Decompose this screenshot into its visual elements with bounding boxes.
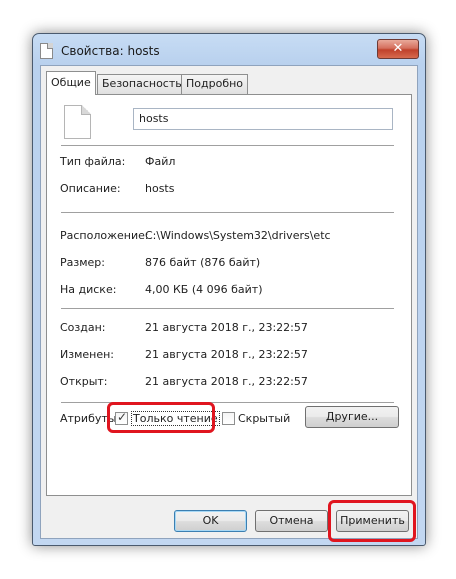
separator bbox=[61, 212, 394, 213]
opened-value: 21 августа 2018 г., 23:22:57 bbox=[145, 375, 308, 388]
cancel-button[interactable]: Отмена bbox=[255, 510, 328, 532]
other-attributes-button[interactable]: Другие... bbox=[305, 406, 399, 428]
attributes-label: Атрибуты: bbox=[60, 412, 121, 425]
tab-security[interactable]: Безопасность bbox=[97, 74, 187, 94]
ok-button[interactable]: OK bbox=[174, 510, 247, 532]
description-label: Описание: bbox=[60, 182, 121, 195]
file-type-label: Тип файла: bbox=[60, 155, 126, 168]
document-icon bbox=[40, 43, 53, 59]
window-title: Свойства: hosts bbox=[61, 44, 160, 58]
opened-label: Открыт: bbox=[60, 375, 108, 388]
checkmark-icon: ✓ bbox=[117, 410, 128, 424]
size-value: 876 байт (876 байт) bbox=[145, 256, 261, 269]
created-label: Создан: bbox=[60, 321, 106, 334]
modified-value: 21 августа 2018 г., 23:22:57 bbox=[145, 348, 308, 361]
file-type-value: Файл bbox=[145, 155, 176, 168]
file-name-input[interactable]: hosts bbox=[133, 108, 393, 130]
close-button[interactable]: ✕ bbox=[377, 39, 419, 59]
tab-general[interactable]: Общие bbox=[46, 71, 96, 95]
apply-button[interactable]: Применить bbox=[336, 510, 409, 532]
hidden-checkbox[interactable] bbox=[222, 412, 235, 425]
readonly-label[interactable]: Только чтение bbox=[131, 411, 220, 426]
separator bbox=[61, 308, 394, 309]
file-icon bbox=[64, 105, 91, 139]
modified-label: Изменен: bbox=[60, 348, 115, 361]
tab-details[interactable]: Подробно bbox=[181, 74, 249, 94]
readonly-checkbox[interactable]: ✓ bbox=[115, 410, 128, 425]
dialog-client-area: Общие Безопасность Подробно bbox=[40, 65, 418, 539]
location-value: C:\Windows\System32\drivers\etc bbox=[145, 229, 331, 242]
created-value: 21 августа 2018 г., 23:22:57 bbox=[145, 321, 308, 334]
disk-size-label: На диске: bbox=[60, 283, 117, 296]
description-value: hosts bbox=[145, 182, 175, 195]
separator bbox=[61, 402, 394, 403]
location-label: Расположение: bbox=[60, 229, 149, 242]
disk-size-value: 4,00 КБ (4 096 байт) bbox=[145, 283, 263, 296]
hidden-label[interactable]: Скрытый bbox=[238, 412, 290, 425]
size-label: Размер: bbox=[60, 256, 105, 269]
separator bbox=[61, 145, 394, 146]
